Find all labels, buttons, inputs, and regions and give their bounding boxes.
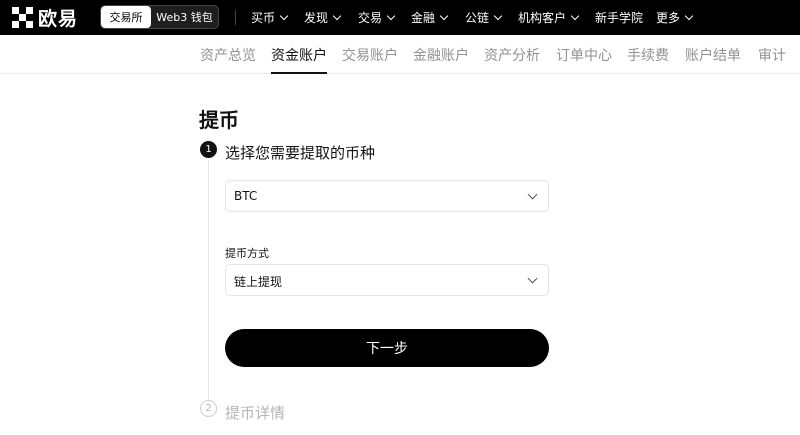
tab-trading-account[interactable]: 交易账户 [342, 35, 398, 74]
logo-text: 欧易 [38, 8, 79, 30]
next-step-button[interactable]: 下一步 [225, 329, 549, 367]
menu-discover[interactable]: 发现 [304, 0, 342, 35]
menu-finance[interactable]: 金融 [411, 0, 449, 35]
chevron-down-icon [570, 11, 580, 21]
chevron-down-icon [279, 11, 289, 21]
account-tabs: 资产总览 资金账户 交易账户 金融账户 资产分析 订单中心 手续费 账户结单 审… [0, 35, 800, 74]
tab-label: 资金账户 [271, 47, 327, 64]
tab-label: 手续费 [627, 47, 669, 64]
active-tab-indicator [271, 72, 327, 74]
tab-label: 资产分析 [484, 47, 540, 64]
menu-label: 更多 [656, 11, 681, 25]
tab-fees[interactable]: 手续费 [627, 35, 669, 74]
step-2-label: 提币详情 [225, 404, 286, 422]
menu-more[interactable]: 更多 [656, 0, 694, 35]
menu-label: 金融 [411, 11, 436, 25]
mode-switch: 交易所 Web3 钱包 [100, 5, 219, 29]
step-1-indicator: 1 [200, 141, 217, 158]
web3-wallet-mode-button[interactable]: Web3 钱包 [151, 6, 218, 28]
tab-label: 账户结单 [685, 47, 741, 64]
page-title: 提币 [199, 108, 239, 132]
step-1-label: 选择您需要提取的币种 [225, 144, 376, 162]
coin-select-value: BTC [234, 189, 258, 203]
menu-label: 交易 [358, 11, 383, 25]
tab-label: 订单中心 [556, 47, 612, 64]
tab-label: 金融账户 [413, 47, 469, 64]
tab-statements[interactable]: 账户结单 [685, 35, 741, 74]
tab-asset-overview[interactable]: 资产总览 [200, 35, 256, 74]
menu-label: 机构客户 [518, 11, 567, 25]
nav-divider [235, 10, 236, 25]
tab-funding-account[interactable]: 资金账户 [271, 35, 327, 74]
coin-select[interactable]: BTC [225, 180, 549, 212]
menu-label: 发现 [304, 11, 329, 25]
logo-mark-icon [12, 6, 34, 29]
withdraw-method-select[interactable]: 链上提现 [225, 264, 549, 296]
step-2-indicator: 2 [200, 400, 217, 417]
menu-label: 公链 [465, 11, 490, 25]
menu-learn[interactable]: 新手学院 [595, 0, 643, 35]
tab-label: 审计 [758, 47, 786, 64]
menu-label: 买币 [251, 11, 276, 25]
chevron-down-icon [527, 189, 538, 200]
tab-label: 资产总览 [200, 47, 256, 64]
chevron-down-icon [386, 11, 396, 21]
chevron-down-icon [684, 11, 694, 21]
menu-institutional[interactable]: 机构客户 [518, 0, 580, 35]
menu-buy-crypto[interactable]: 买币 [251, 0, 289, 35]
menu-trade[interactable]: 交易 [358, 0, 396, 35]
steps-timeline [208, 160, 209, 402]
exchange-mode-button[interactable]: 交易所 [101, 6, 151, 28]
chevron-down-icon [332, 11, 342, 21]
okx-logo[interactable]: 欧易 [12, 6, 79, 30]
tab-asset-analysis[interactable]: 资产分析 [484, 35, 540, 74]
tab-order-center[interactable]: 订单中心 [556, 35, 612, 74]
tab-label: 交易账户 [342, 47, 398, 64]
chevron-down-icon [493, 11, 503, 21]
menu-label: 新手学院 [595, 11, 644, 25]
menu-public-chain[interactable]: 公链 [465, 0, 503, 35]
withdraw-method-value: 链上提现 [234, 275, 283, 289]
chevron-down-icon [527, 273, 538, 284]
tab-audit[interactable]: 审计 [758, 35, 786, 74]
tab-finance-account[interactable]: 金融账户 [413, 35, 469, 74]
top-nav: 欧易 交易所 Web3 钱包 买币 发现 交易 金融 公链 机构客户 新手学院 … [0, 0, 800, 35]
withdraw-method-label: 提币方式 [225, 247, 269, 260]
chevron-down-icon [439, 11, 449, 21]
